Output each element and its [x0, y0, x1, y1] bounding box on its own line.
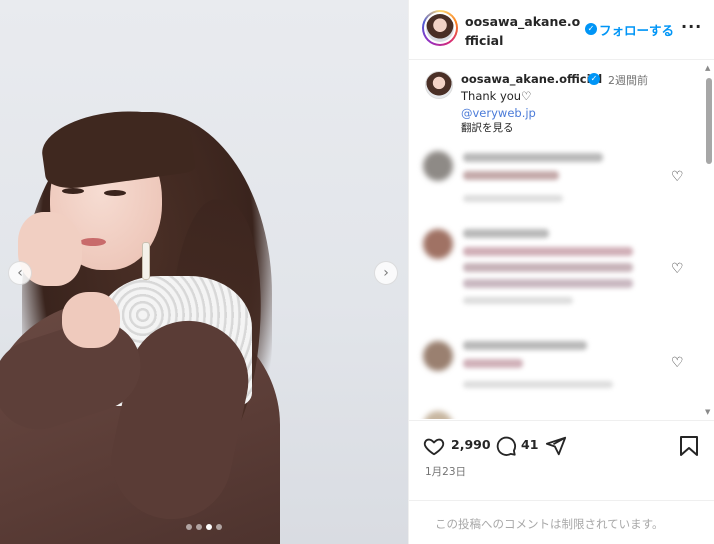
share-icon[interactable]	[545, 435, 567, 457]
carousel-dots	[186, 524, 222, 530]
photo-lips	[80, 238, 106, 246]
carousel-next-button[interactable]: ›	[374, 261, 398, 285]
photo-eye	[104, 190, 126, 196]
verified-badge-icon: ✓	[588, 73, 600, 85]
comments-list[interactable]: oosawa_akane.official ✓ 2週間前 Thank you♡ …	[409, 61, 714, 419]
comments-restricted-notice: この投稿へのコメントは制限されています。	[409, 500, 714, 544]
blurred-comment-text	[463, 263, 633, 272]
scroll-down-icon[interactable]: ▼	[705, 408, 710, 416]
caption-text: Thank you♡	[461, 89, 532, 103]
heart-icon[interactable]: ♡	[671, 261, 684, 277]
list-item	[409, 407, 699, 419]
photo-hand	[62, 292, 120, 348]
blurred-comment-meta	[463, 297, 573, 304]
verified-badge-icon: ✓	[585, 23, 597, 35]
commenter-avatar[interactable]	[423, 151, 453, 181]
blurred-comment-text	[463, 153, 603, 162]
chevron-left-icon: ‹	[17, 265, 23, 281]
blurred-comment-text	[463, 171, 559, 180]
blurred-comment-text	[463, 229, 549, 238]
carousel-prev-button[interactable]: ‹	[8, 261, 32, 285]
commenter-avatar[interactable]	[423, 341, 453, 371]
story-ring[interactable]	[422, 10, 458, 46]
heart-icon[interactable]	[423, 435, 445, 457]
translate-button[interactable]: 翻訳を見る	[461, 120, 514, 135]
blurred-comment-text	[463, 341, 587, 350]
caption-username[interactable]: oosawa_akane.official	[461, 72, 602, 86]
blurred-comment-meta	[463, 195, 563, 202]
photo-earring	[142, 242, 150, 280]
carousel-dot	[206, 524, 212, 530]
post-side-panel: oosawa_akane.official ✓ フォローする ··· oosaw…	[408, 0, 714, 544]
caption-timestamp[interactable]: 2週間前	[608, 72, 648, 88]
blurred-comment-text	[463, 247, 633, 256]
avatar[interactable]	[426, 14, 454, 42]
carousel-dot	[196, 524, 202, 530]
carousel-dot	[186, 524, 192, 530]
comment-icon[interactable]	[495, 435, 517, 457]
photo-eye	[62, 188, 84, 194]
post-actions: 2,990 41 1月23日	[409, 420, 714, 500]
list-item: ♡	[409, 337, 699, 407]
commenter-avatar[interactable]	[423, 229, 453, 259]
more-options-icon[interactable]: ···	[681, 17, 702, 36]
heart-icon[interactable]: ♡	[671, 169, 684, 185]
comment-count: 41	[521, 437, 539, 452]
restricted-text: この投稿へのコメントは制限されています。	[435, 517, 664, 531]
save-icon[interactable]	[679, 435, 699, 457]
caption-mention-link[interactable]: @veryweb.jp	[461, 106, 536, 120]
blurred-comment-meta	[463, 381, 613, 388]
scroll-up-icon[interactable]: ▲	[705, 64, 710, 72]
chevron-right-icon: ›	[383, 265, 389, 281]
header-username[interactable]: oosawa_akane.official	[465, 12, 585, 50]
post-header: oosawa_akane.official ✓ フォローする ···	[409, 0, 714, 60]
heart-icon[interactable]: ♡	[671, 355, 684, 371]
post-image[interactable]: ‹ ›	[0, 0, 408, 544]
list-item: ♡	[409, 225, 699, 304]
like-count[interactable]: 2,990	[451, 437, 491, 452]
blurred-comment-text	[463, 279, 633, 288]
post-date[interactable]: 1月23日	[425, 464, 466, 479]
commenter-avatar[interactable]	[423, 411, 453, 419]
follow-button[interactable]: フォローする	[599, 20, 674, 39]
caption-avatar[interactable]	[425, 71, 453, 99]
scrollbar-thumb[interactable]	[706, 78, 712, 164]
list-item: ♡	[409, 147, 699, 217]
blurred-comment-text	[463, 359, 523, 368]
comments-scrollbar[interactable]: ▲ ▼	[704, 64, 714, 420]
carousel-dot	[216, 524, 222, 530]
